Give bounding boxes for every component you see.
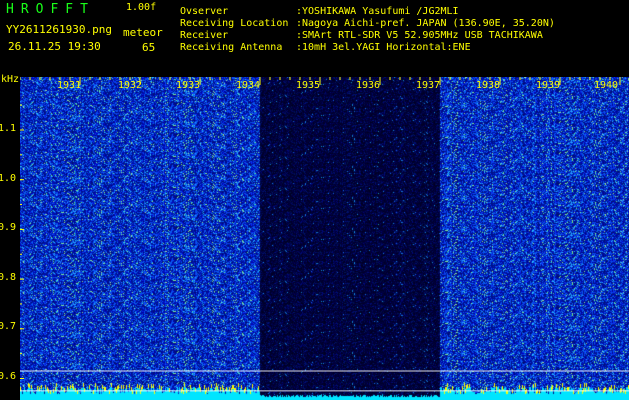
info-receiver-label: Receiver (180, 30, 229, 41)
y-tick-label: 0.9 (0, 222, 16, 233)
y-tick-label: 1.0 (0, 173, 16, 184)
x-tick-label: 1939 (536, 80, 561, 91)
y-tick-label: 1.1 (0, 123, 16, 134)
detection-mode: meteor (123, 26, 163, 39)
info-location-value: :Nagoya Aichi-pref. JAPAN (136.90E, 35.2… (296, 18, 555, 29)
y-tick-label: 0.7 (0, 321, 16, 332)
y-tick-label: 0.8 (0, 272, 16, 283)
x-tick-label: 1933 (176, 80, 201, 91)
x-tick-label: 1934 (236, 80, 261, 91)
x-tick-label: 1931 (57, 80, 82, 91)
x-tick-label: 1938 (476, 80, 501, 91)
x-tick-label: 1937 (416, 80, 441, 91)
info-observer-value: :YOSHIKAWA Yasufumi /JG2MLI (296, 6, 459, 17)
x-tick-label: 1936 (356, 80, 381, 91)
app-title: HROFFT (6, 2, 95, 17)
file-name: YY2611261930.png (6, 23, 112, 36)
info-location-label: Receiving Location (180, 18, 289, 29)
x-tick-label: 1940 (594, 80, 619, 91)
hroffft-window: { "app": {"title": "HROFFT", "version": … (0, 0, 629, 400)
app-version: 1.00f (126, 2, 157, 13)
x-tick-label: 1935 (296, 80, 321, 91)
info-observer-label: Ovserver (180, 6, 229, 17)
file-timestamp: 26.11.25 19:30 (8, 40, 101, 53)
detection-count: 65 (142, 41, 156, 54)
x-tick-label: 1932 (118, 80, 143, 91)
y-tick-label: 0.6 (0, 371, 16, 382)
spectrogram-waterfall (20, 77, 629, 400)
info-antenna-value: :10mH 3el.YAGI Horizontal:ENE (296, 42, 471, 53)
info-receiver-value: :SMArt RTL-SDR V5 52.905MHz USB TACHIKAW… (296, 30, 543, 41)
info-antenna-label: Receiving Antenna (180, 42, 283, 53)
y-axis-unit: kHz (1, 74, 20, 85)
